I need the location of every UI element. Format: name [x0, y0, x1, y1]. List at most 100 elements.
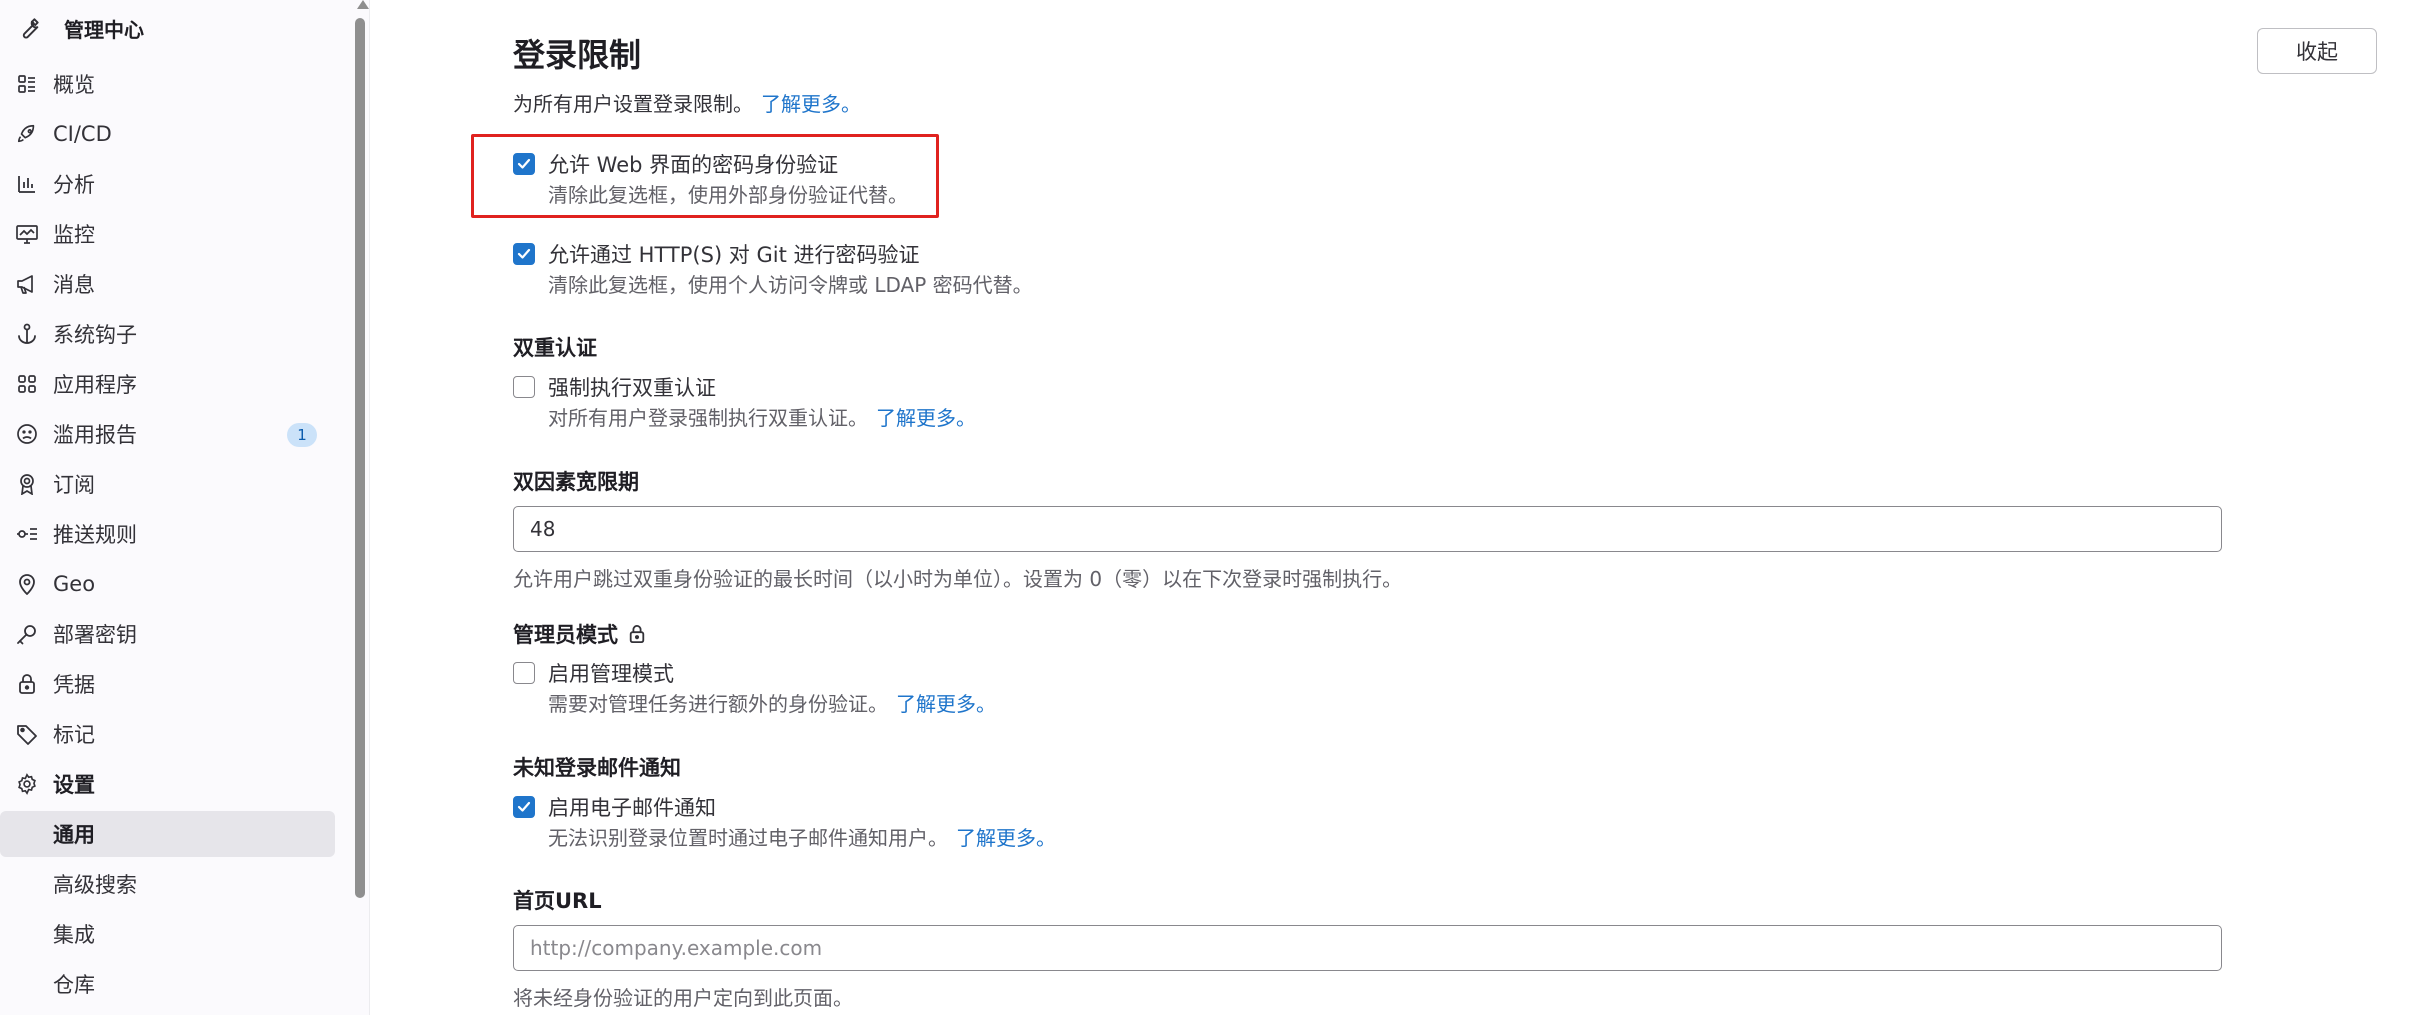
sidebar-item-messages[interactable]: 消息 [0, 261, 335, 307]
anchor-icon [15, 322, 39, 346]
page-title: 登录限制 [513, 36, 642, 74]
two-factor-checkbox[interactable] [513, 376, 535, 398]
web-password-checkbox[interactable] [513, 153, 535, 175]
wrench-icon [14, 13, 44, 43]
sidebar-item-abuse-reports[interactable]: 滥用报告 1 [0, 411, 335, 457]
sidebar-item-label: Geo [53, 572, 96, 596]
overview-icon [15, 72, 39, 96]
sidebar-scrollbar-thumb[interactable] [355, 18, 365, 898]
section-description-text: 为所有用户设置登录限制。 [513, 92, 753, 116]
location-icon [15, 572, 39, 596]
main-content: 收起 登录限制 为所有用户设置登录限制。 了解更多。 允许 Web 界面的密码身份… [371, 0, 2421, 1015]
count-badge: 1 [287, 423, 317, 447]
admin-mode-learn-more-link[interactable]: 了解更多。 [896, 692, 996, 716]
two-factor-title: 双重认证 [513, 336, 597, 360]
admin-mode-title-text: 管理员模式 [513, 623, 618, 647]
web-password-label[interactable]: 允许 Web 界面的密码身份验证 [548, 149, 838, 179]
sidebar-item-deploy-keys[interactable]: 部署密钥 [0, 611, 335, 657]
chart-icon [15, 172, 39, 196]
admin-mode-checkbox[interactable] [513, 662, 535, 684]
two-factor-learn-more-link[interactable]: 了解更多。 [876, 406, 976, 430]
sidebar-item-system-hooks[interactable]: 系统钩子 [0, 311, 335, 357]
sidebar-item-label: 高级搜索 [53, 873, 137, 897]
sidebar-item-geo[interactable]: Geo [0, 561, 335, 607]
key-icon [15, 622, 39, 646]
sidebar-item-subscription[interactable]: 订阅 [0, 461, 335, 507]
monitor-icon [15, 222, 39, 246]
rocket-icon [15, 122, 39, 146]
sidebar-subitem-advanced-search[interactable]: 高级搜索 [0, 861, 335, 907]
sidebar-item-analytics[interactable]: 分析 [0, 161, 335, 207]
sidebar-item-label: 推送规则 [53, 523, 137, 547]
git-password-checkbox-row[interactable]: 允许通过 HTTP(S) 对 Git 进行密码验证 [513, 239, 920, 269]
sidebar-item-label: 部署密钥 [53, 623, 137, 647]
tag-icon [15, 722, 39, 746]
checkmark-icon [517, 801, 531, 812]
grace-period-title: 双因素宽限期 [513, 470, 639, 494]
sidebar-subitem-general[interactable]: 通用 [0, 811, 335, 857]
admin-mode-help-text: 需要对管理任务进行额外的身份验证。 [548, 692, 888, 716]
grace-period-input[interactable] [513, 506, 2222, 552]
sidebar: 管理中心 概览 CI/CD 分析 监控 消息 系统钩子 应用程序 滥用报告 1 … [0, 0, 370, 1015]
git-password-checkbox[interactable] [513, 243, 535, 265]
admin-mode-help: 需要对管理任务进行额外的身份验证。 了解更多。 [548, 688, 996, 717]
license-icon [15, 472, 39, 496]
apps-icon [15, 372, 39, 396]
sidebar-item-label: 订阅 [53, 473, 95, 497]
sidebar-item-label: 仓库 [53, 973, 95, 997]
admin-area-title: 管理中心 [64, 17, 144, 42]
email-notify-title: 未知登录邮件通知 [513, 756, 681, 780]
sidebar-item-label: 系统钩子 [53, 323, 137, 347]
sidebar-item-label: 应用程序 [53, 373, 137, 397]
web-password-checkbox-row[interactable]: 允许 Web 界面的密码身份验证 [513, 149, 838, 179]
admin-mode-title: 管理员模式 [513, 619, 646, 649]
checkmark-icon [517, 248, 531, 259]
scroll-up-arrow-icon[interactable] [357, 0, 369, 9]
email-notify-checkbox[interactable] [513, 796, 535, 818]
sidebar-item-settings[interactable]: 设置 [0, 761, 335, 807]
email-notify-label[interactable]: 启用电子邮件通知 [548, 792, 716, 822]
sidebar-item-overview[interactable]: 概览 [0, 61, 335, 107]
push-rules-icon [15, 522, 39, 546]
email-notify-checkbox-row[interactable]: 启用电子邮件通知 [513, 792, 716, 822]
section-description: 为所有用户设置登录限制。 了解更多。 [513, 88, 861, 117]
sidebar-item-label: 监控 [53, 223, 95, 247]
lock-icon [628, 624, 646, 644]
web-password-help: 清除此复选框，使用外部身份验证代替。 [548, 183, 908, 207]
sidebar-item-label: 概览 [53, 73, 95, 97]
sidebar-subitem-repository[interactable]: 仓库 [0, 961, 335, 1007]
home-url-title: 首页URL [513, 889, 602, 913]
lock-icon [15, 672, 39, 696]
home-url-help: 将未经身份验证的用户定向到此页面。 [513, 986, 853, 1010]
sidebar-item-label: 分析 [53, 173, 95, 197]
sidebar-subitem-integrations[interactable]: 集成 [0, 911, 335, 957]
sidebar-item-label: CI/CD [53, 122, 112, 146]
sidebar-item-monitoring[interactable]: 监控 [0, 211, 335, 257]
sidebar-item-label: 设置 [53, 773, 95, 797]
two-factor-checkbox-row[interactable]: 强制执行双重认证 [513, 372, 716, 402]
checkmark-icon [517, 158, 531, 169]
sidebar-item-label: 集成 [53, 923, 95, 947]
admin-mode-checkbox-row[interactable]: 启用管理模式 [513, 658, 674, 688]
sidebar-item-label: 通用 [53, 823, 95, 847]
sidebar-item-cicd[interactable]: CI/CD [0, 111, 335, 157]
git-password-label[interactable]: 允许通过 HTTP(S) 对 Git 进行密码验证 [548, 239, 920, 269]
sidebar-item-applications[interactable]: 应用程序 [0, 361, 335, 407]
learn-more-link[interactable]: 了解更多。 [761, 92, 861, 116]
home-url-input[interactable] [513, 925, 2222, 971]
sad-face-icon [15, 422, 39, 446]
collapse-button[interactable]: 收起 [2257, 28, 2377, 74]
two-factor-help-text: 对所有用户登录强制执行双重认证。 [548, 406, 868, 430]
megaphone-icon [15, 272, 39, 296]
email-notify-learn-more-link[interactable]: 了解更多。 [956, 826, 1056, 850]
admin-mode-label[interactable]: 启用管理模式 [548, 658, 674, 688]
sidebar-item-push-rules[interactable]: 推送规则 [0, 511, 335, 557]
email-notify-help: 无法识别登录位置时通过电子邮件通知用户。 了解更多。 [548, 822, 1056, 851]
git-password-help: 清除此复选框，使用个人访问令牌或 LDAP 密码代替。 [548, 273, 1033, 297]
sidebar-header[interactable]: 管理中心 [14, 6, 144, 50]
sidebar-item-credentials[interactable]: 凭据 [0, 661, 335, 707]
gear-icon [15, 772, 39, 796]
email-notify-help-text: 无法识别登录位置时通过电子邮件通知用户。 [548, 826, 948, 850]
two-factor-label[interactable]: 强制执行双重认证 [548, 372, 716, 402]
sidebar-item-labels[interactable]: 标记 [0, 711, 335, 757]
